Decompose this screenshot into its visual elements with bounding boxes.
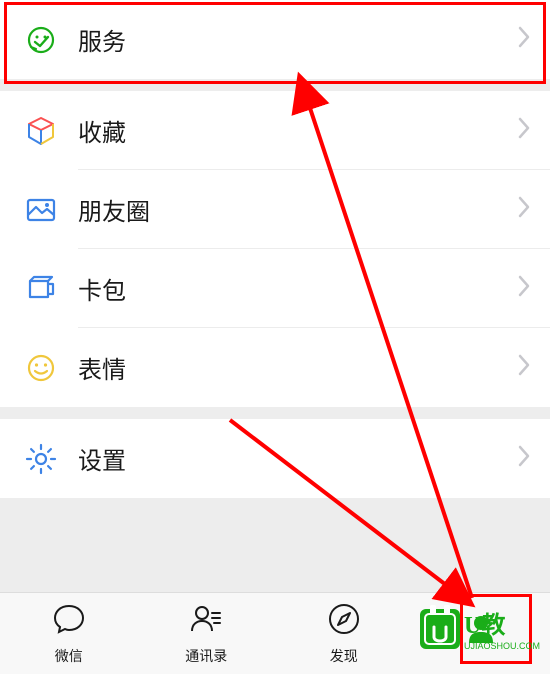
chevron-right-icon: [518, 445, 530, 472]
tab-me[interactable]: [413, 593, 550, 674]
person-icon: [463, 611, 499, 652]
smile-icon: [24, 351, 58, 385]
menu-item-moments[interactable]: 朋友圈: [0, 170, 550, 249]
tab-label: 发现: [330, 646, 358, 666]
menu-item-service[interactable]: 服务: [0, 0, 550, 79]
menu-item-label: 设置: [78, 441, 518, 476]
menu-item-label: 表情: [78, 350, 518, 385]
wallet-icon: [24, 272, 58, 306]
tab-discover[interactable]: 发现: [275, 593, 413, 674]
menu-item-cards[interactable]: 卡包: [0, 249, 550, 328]
chevron-right-icon: [518, 196, 530, 223]
chevron-right-icon: [518, 26, 530, 53]
chevron-right-icon: [518, 117, 530, 144]
gear-icon: [24, 442, 58, 476]
menu-item-favorites[interactable]: 收藏: [0, 91, 550, 170]
compass-icon: [326, 601, 362, 642]
chevron-right-icon: [518, 275, 530, 302]
tab-bar: 微信 通讯录 发现: [0, 592, 550, 674]
menu-item-label: 服务: [78, 22, 518, 57]
contacts-icon: [188, 601, 224, 642]
menu-item-label: 朋友圈: [78, 192, 518, 227]
menu-item-stickers[interactable]: 表情: [0, 328, 550, 407]
tab-label: 微信: [55, 646, 83, 666]
photo-icon: [24, 193, 58, 227]
wechat-pay-icon: [24, 23, 58, 57]
cube-icon: [24, 114, 58, 148]
menu-item-label: 卡包: [78, 271, 518, 306]
tab-contacts[interactable]: 通讯录: [138, 593, 276, 674]
menu-item-label: 收藏: [78, 113, 518, 148]
tab-chats[interactable]: 微信: [0, 593, 138, 674]
tab-label: 通讯录: [185, 646, 227, 666]
chat-bubble-icon: [51, 601, 87, 642]
menu-item-settings[interactable]: 设置: [0, 419, 550, 498]
chevron-right-icon: [518, 354, 530, 381]
